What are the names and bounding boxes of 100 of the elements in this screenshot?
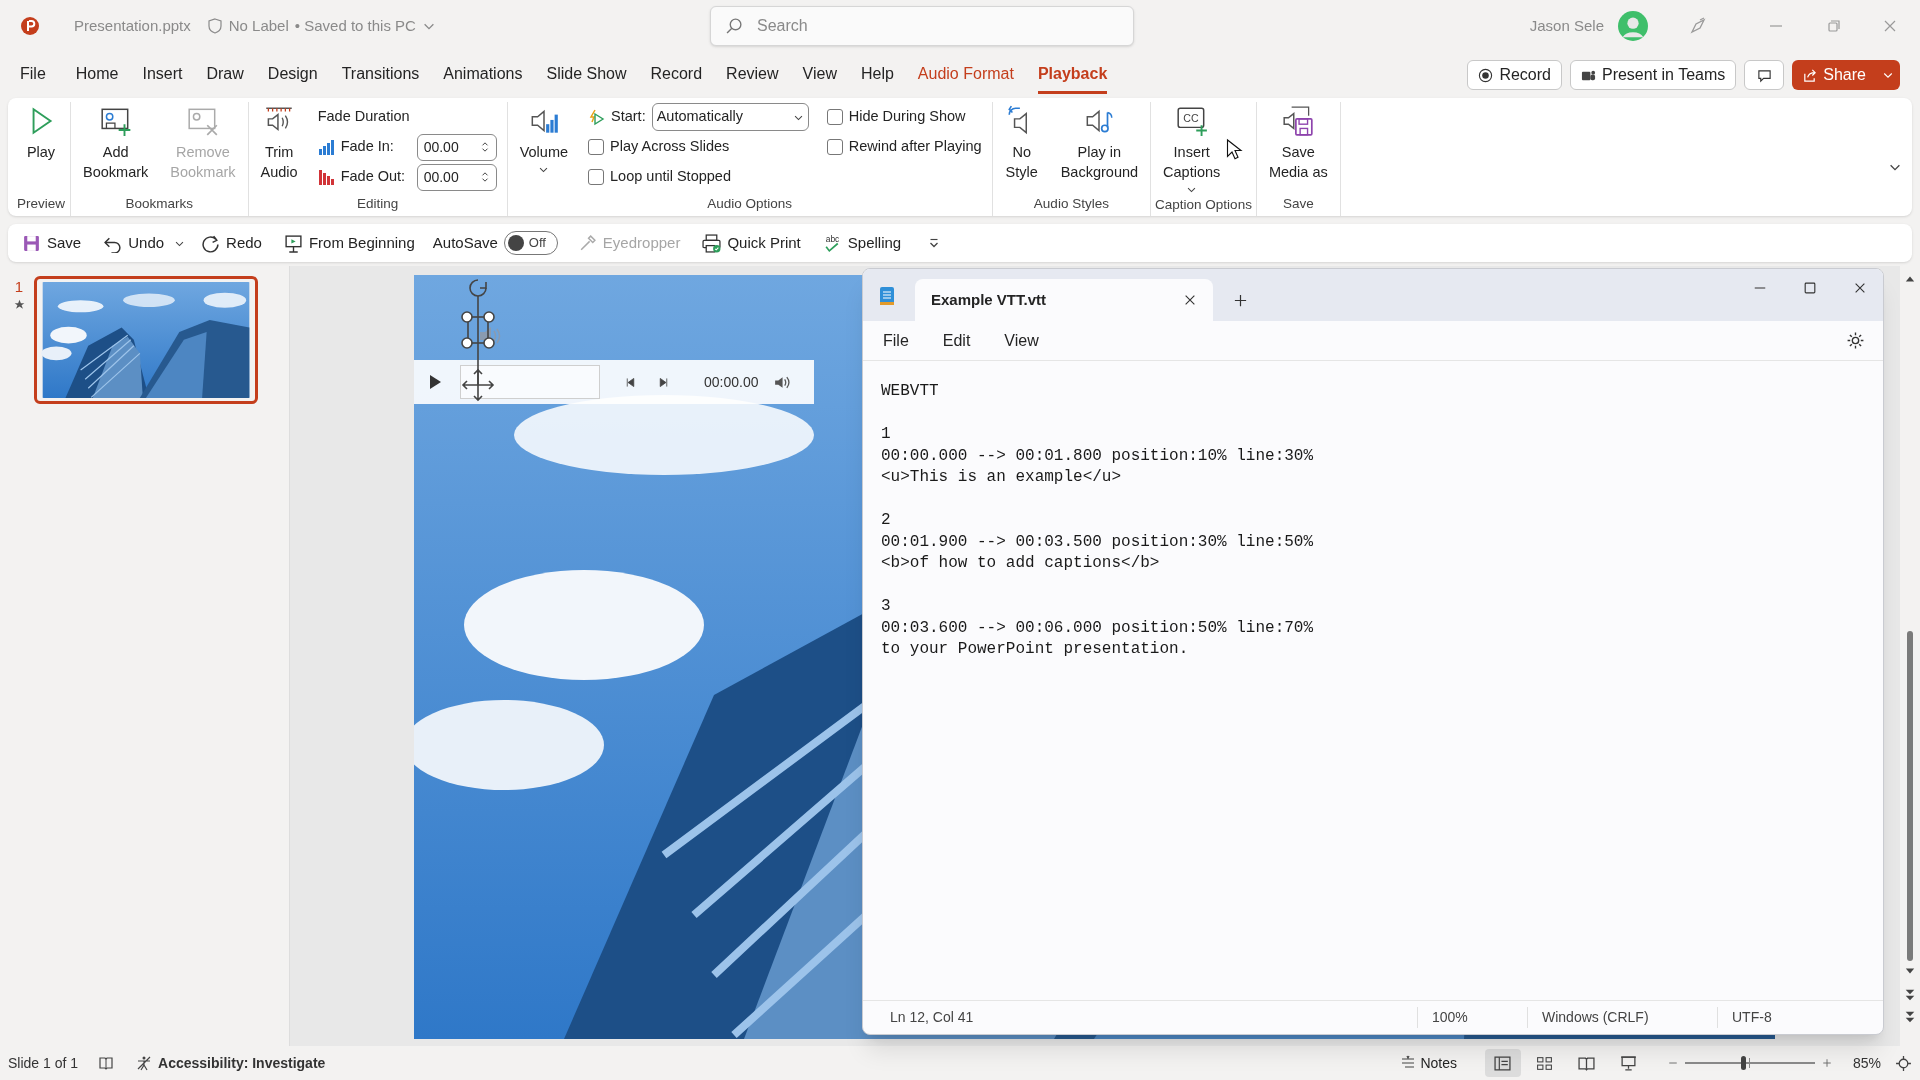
scroll-down-icon[interactable] [1904,966,1916,976]
share-button[interactable]: Share [1792,60,1900,90]
skip-forward-icon[interactable] [657,375,670,389]
menu-item[interactable]: File [881,328,911,353]
next-slide-icon[interactable] [1904,1010,1916,1024]
zoom-percentage[interactable]: 85% [1852,1052,1881,1074]
checkbox[interactable] [588,139,605,155]
close-icon[interactable] [1183,293,1197,307]
slider-thumb[interactable] [1741,1056,1747,1070]
checkbox-label[interactable]: Loop until Stopped [610,166,731,188]
zoom-slider[interactable] [1684,1056,1815,1070]
toolbar-button[interactable]: abc Spelling [818,228,906,258]
view-button[interactable] [1484,1049,1521,1077]
record-button[interactable]: Record [1467,60,1562,90]
accessibility-icon [136,1055,153,1071]
menu-tab[interactable]: Playback [1037,56,1108,94]
menu-tab[interactable]: Design [267,56,318,94]
ribbon-button[interactable]: No Style [996,102,1047,182]
accessibility-button[interactable]: Accessibility: Investigate [136,1052,326,1074]
close-icon[interactable] [1853,281,1867,295]
checkbox[interactable] [588,169,605,185]
zoom-level: 100% [1417,1007,1527,1028]
ribbon-button[interactable]: Trim Audio [252,102,306,182]
toolbar-button[interactable]: From Beginning [279,228,419,258]
checkbox-label[interactable]: Rewind after Playing [848,136,982,158]
slide-show-icon [1620,1054,1638,1072]
toolbar-button[interactable]: Save [18,228,86,258]
ribbon-button[interactable]: Play in Background [1052,102,1147,182]
ribbon-button[interactable]: Add Bookmark [75,102,157,182]
slide-sorter-icon [1536,1054,1554,1072]
group-label: Audio Styles [1032,195,1110,213]
menu-item[interactable]: View [1002,328,1041,353]
comments-button[interactable] [1744,60,1785,90]
menu-tab[interactable]: Record [650,56,703,94]
comment-icon [1756,67,1772,83]
group-label: Caption Options [1155,196,1252,214]
menu-tab[interactable]: Animations [443,56,523,94]
menu-tab[interactable]: Transitions [341,56,420,94]
spin-arrows-icon[interactable] [479,170,490,184]
scroll-up-icon[interactable] [1904,274,1916,284]
code-line: <b>of how to add captions</b> [881,553,1161,574]
previous-slide-icon[interactable] [1904,988,1916,1002]
encoding: UTF-8 [1717,1007,1772,1028]
lightning-play-icon [588,108,606,126]
zoom-in-icon[interactable] [1820,1057,1833,1069]
field-label: Fade Out: [340,167,407,187]
presentation-screen-icon [283,233,303,253]
code-line: to your PowerPoint presentation. [881,639,1190,660]
menu-tab[interactable]: Audio Format [917,56,1014,94]
progress-track[interactable] [460,365,600,399]
save-icon [22,233,41,253]
fit-to-window-icon[interactable] [1895,1054,1912,1072]
checkbox[interactable] [826,109,843,125]
menu-tab[interactable]: Help [860,56,894,94]
menu-tab[interactable]: View [802,56,837,94]
present-in-teams-button[interactable]: Present in Teams [1569,60,1737,90]
media-time: 00:00.00 [704,372,759,392]
menu-tab[interactable]: Home [75,56,119,94]
spin-field[interactable]: 00.00 [416,133,497,161]
group-label: Preview [16,195,66,213]
toolbar-button[interactable]: Redo [197,228,266,258]
maximize-icon[interactable] [1803,281,1817,295]
settings-icon[interactable] [1846,331,1865,350]
ribbon-button[interactable]: CC Insert Captions [1155,102,1229,195]
ribbon-button[interactable]: Play [16,102,66,162]
powerpoint-logo-icon [20,16,40,36]
notes-button[interactable]: Notes [1394,1049,1463,1077]
spin-field[interactable]: 00.00 [416,163,497,191]
notepad-tab[interactable]: Example VTT.vtt [915,279,1213,321]
record-icon [1478,67,1494,83]
menu-tab[interactable]: File [20,56,46,94]
shield-icon [206,18,223,34]
checkbox-label[interactable]: Play Across Slides [610,136,730,158]
code-line: 00:01.900 --> 00:03.500 position:30% line:50% [881,531,1315,553]
normal-view-icon [1494,1054,1512,1072]
menu-tab[interactable]: Review [726,56,779,94]
spin-arrows-icon[interactable] [479,140,490,154]
search-icon [726,17,743,34]
speaker-save-icon [1281,104,1316,138]
code-line: 00:03.600 --> 00:06.000 position:50% line:70% [881,617,1315,639]
toolbar-button[interactable]: Undo [99,228,169,258]
menu-tab[interactable]: Insert [142,56,183,94]
start-dropdown[interactable]: Automatically [651,103,809,131]
code-line: <u>This is an example</u> [881,467,1123,488]
menu-item[interactable]: Edit [940,328,973,353]
ribbon-button[interactable]: Volume [511,102,577,175]
new-tab-icon[interactable] [1233,293,1248,308]
scroll-thumb[interactable] [1907,631,1913,961]
book-icon[interactable] [98,1055,115,1071]
search-field[interactable]: Search [710,6,1134,46]
field-label: Fade In: [340,137,395,157]
menu-tab[interactable]: Draw [206,56,244,94]
skip-back-icon[interactable] [624,375,637,389]
ribbon-button[interactable]: Save Media as [1260,102,1336,182]
autosave-toggle[interactable]: Off [503,231,558,255]
checkbox[interactable] [826,139,843,155]
mouse-pointer-icon [1226,138,1244,160]
checkbox-label[interactable]: Hide During Show [848,106,966,128]
menu-tab[interactable]: Slide Show [546,56,627,94]
toolbar-button[interactable]: Quick Print [698,228,805,258]
